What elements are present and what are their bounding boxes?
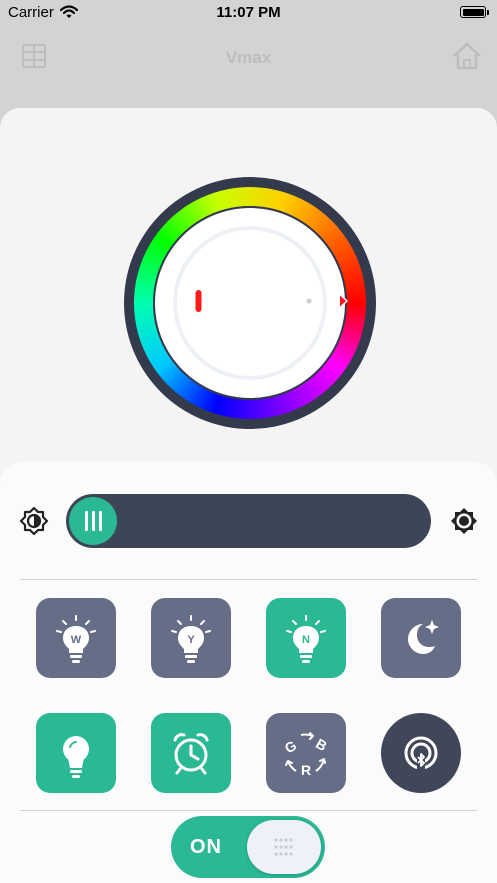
brightness-high-icon <box>449 506 479 541</box>
page-title: Vmax <box>225 48 272 67</box>
night-mode-button[interactable] <box>381 598 461 678</box>
rgb-cycle-button[interactable]: G B R <box>266 713 346 793</box>
mode-label: N <box>302 634 310 646</box>
brightness-low-icon <box>19 506 49 541</box>
divider <box>20 810 477 811</box>
clock-time: 11:07 PM <box>216 4 281 21</box>
mode-natural-button[interactable]: N <box>266 598 346 678</box>
home-icon[interactable] <box>451 40 483 77</box>
status-bar: Carrier 11:07 PM <box>0 0 497 26</box>
battery-icon <box>460 6 489 18</box>
brightness-slider-thumb[interactable] <box>69 497 117 545</box>
alarm-clock-icon <box>173 733 209 775</box>
power-label: ON <box>190 836 222 858</box>
grip-icon <box>274 838 293 856</box>
center-dot <box>306 298 312 304</box>
mode-label: Y <box>187 634 195 646</box>
rgb-cycle-icon: G B R <box>282 732 330 778</box>
alarm-button[interactable] <box>151 713 231 793</box>
svg-text:R: R <box>301 762 311 778</box>
svg-text:G: G <box>282 737 300 756</box>
color-wheel[interactable] <box>124 177 376 429</box>
lamp-button[interactable] <box>36 713 116 793</box>
svg-text:B: B <box>313 735 330 754</box>
lamp-icon <box>63 736 89 778</box>
divider <box>20 579 477 580</box>
color-indicator <box>195 290 202 312</box>
mode-label: W <box>71 634 82 646</box>
mode-warm-white-button[interactable]: W <box>36 598 116 678</box>
brightness-slider[interactable] <box>66 494 431 548</box>
bluetooth-button[interactable] <box>381 713 461 793</box>
nav-bar: Vmax <box>0 26 497 90</box>
toggle-knob[interactable] <box>247 820 321 874</box>
power-toggle[interactable]: ON <box>171 816 325 878</box>
mode-yellow-button[interactable]: Y <box>151 598 231 678</box>
